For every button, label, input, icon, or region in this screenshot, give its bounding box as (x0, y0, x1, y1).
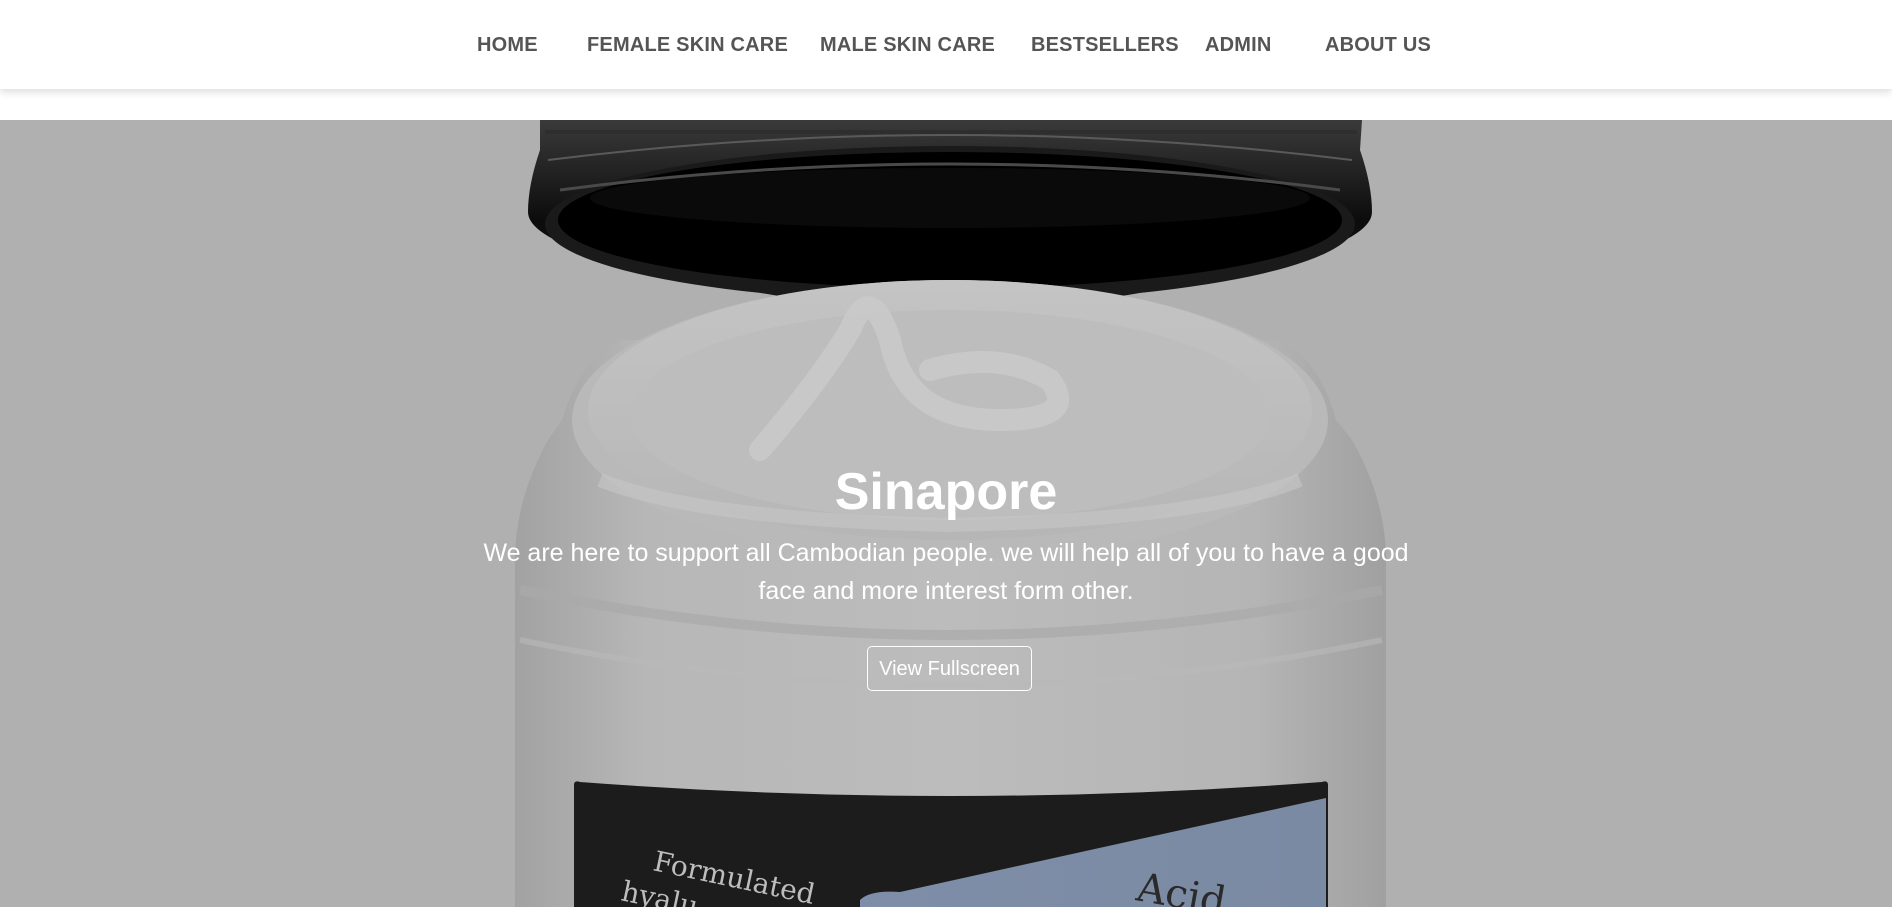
hero-carousel: Formulated hyalu Acid Sinapore We are he… (0, 120, 1892, 907)
nav-menu: HOME FEMALE SKIN CARE MALE SKIN CARE BES… (0, 0, 1892, 89)
nav-item-home[interactable]: HOME (477, 33, 538, 57)
view-fullscreen-button[interactable]: View Fullscreen (867, 646, 1032, 691)
nav-item-bestsellers[interactable]: BESTSELLERS (1031, 33, 1179, 57)
nav-spacer (0, 89, 1892, 120)
nav-item-male-skin-care[interactable]: MALE SKIN CARE (820, 33, 995, 57)
nav-item-about-us[interactable]: ABOUT US (1325, 33, 1431, 57)
hero-description: We are here to support all Cambodian peo… (483, 539, 1409, 605)
nav-item-female-skin-care[interactable]: FEMALE SKIN CARE (587, 33, 788, 57)
nav-item-admin[interactable]: ADMIN (1205, 33, 1272, 57)
hero-caption: Sinapore We are here to support all Camb… (0, 120, 1892, 907)
top-navigation: HOME FEMALE SKIN CARE MALE SKIN CARE BES… (0, 0, 1892, 89)
hero-title: Sinapore (834, 463, 1058, 521)
